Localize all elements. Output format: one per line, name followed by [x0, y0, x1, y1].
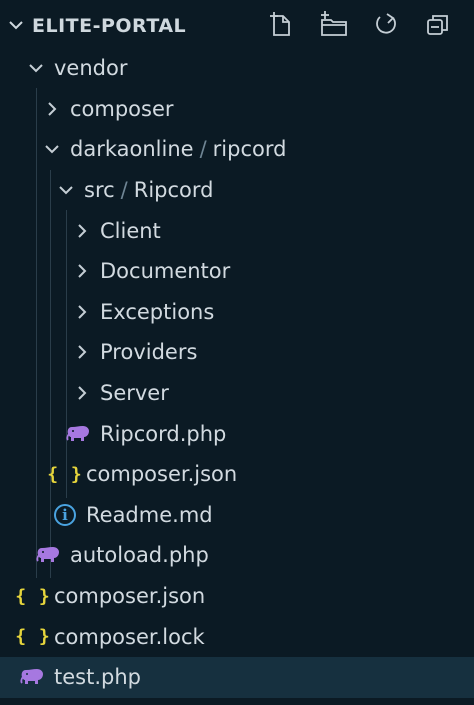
tree-file-composer-json[interactable]: { } composer.json [0, 454, 474, 495]
collapse-all-button[interactable] [422, 10, 454, 40]
tree-item-label: composer.lock [54, 624, 205, 649]
tree-item-label: Providers [100, 340, 198, 365]
chevron-right-icon [78, 264, 87, 278]
file-tree: vendor composer darkaonline / ripcord sr… [0, 48, 474, 698]
chevron-right-icon [78, 305, 87, 319]
tree-file-composer-lock[interactable]: { } composer.lock [0, 616, 474, 657]
info-glyph: i [54, 503, 76, 526]
php-elephant-icon [66, 425, 92, 443]
tree-item-label: Readme.md [86, 502, 213, 527]
tree-file-root-composer-json[interactable]: { } composer.json [0, 576, 474, 617]
tree-folder-server[interactable]: Server [0, 373, 474, 414]
chevron-down-icon [59, 186, 73, 195]
tree-folder-src-ripcord[interactable]: src / Ripcord [0, 170, 474, 211]
tree-folder-providers[interactable]: Providers [0, 332, 474, 373]
collapse-all-icon [427, 15, 448, 35]
tree-folder-client[interactable]: Client [0, 210, 474, 251]
chevron-down-icon[interactable] [6, 15, 26, 35]
tree-item-label: test.php [54, 665, 141, 690]
tree-item-label: vendor [54, 56, 128, 81]
tree-item-label: composer [70, 96, 174, 121]
tree-item-label: autoload.php [70, 543, 209, 568]
chevron-right-icon [78, 345, 87, 360]
tree-item-label: Server [100, 381, 169, 406]
tree-item-label: Documentor [100, 259, 231, 284]
tree-file-autoload-php[interactable]: autoload.php [0, 535, 474, 576]
chevron-right-icon [48, 102, 57, 116]
explorer-actions [266, 10, 454, 40]
tree-file-test-php[interactable]: test.php [0, 656, 474, 698]
refresh-icon [376, 13, 396, 34]
tree-item-label: Ripcord [133, 178, 214, 203]
tree-folder-documentor[interactable]: Documentor [0, 251, 474, 292]
tree-file-ripcord-php[interactable]: Ripcord.php [0, 413, 474, 454]
new-file-icon [270, 12, 290, 36]
tree-item-label: Exceptions [100, 299, 215, 324]
tree-file-readme-md[interactable]: i Readme.md [0, 495, 474, 536]
tree-folder-composer[interactable]: composer [0, 89, 474, 130]
tree-item-label: composer.json [86, 462, 238, 487]
tree-item-label: Ripcord.php [100, 421, 227, 446]
refresh-button[interactable] [370, 10, 402, 40]
info-icon: i [52, 503, 78, 526]
tree-item-label: darkaonline [70, 137, 194, 162]
tree-item-label: composer.json [54, 584, 206, 609]
chevron-right-icon [78, 223, 87, 238]
php-elephant-icon [20, 668, 46, 686]
path-separator: / [120, 178, 128, 203]
new-folder-button[interactable] [318, 10, 350, 40]
tree-item-label: src [84, 178, 115, 203]
tree-folder-darkaonline-ripcord[interactable]: darkaonline / ripcord [0, 129, 474, 170]
chevron-down-icon [29, 64, 43, 73]
json-braces-icon: { } [47, 463, 83, 485]
new-folder-icon [321, 11, 347, 36]
workspace-title[interactable]: ELITE-PORTAL [32, 12, 186, 40]
tree-folder-exceptions[interactable]: Exceptions [0, 292, 474, 333]
chevron-right-icon [78, 386, 87, 400]
tree-item-label: Client [100, 218, 161, 243]
json-braces-icon: { } [15, 626, 51, 648]
new-file-button[interactable] [266, 10, 298, 40]
file-explorer: ELITE-PORTAL vendor composer darkaonline… [0, 0, 474, 705]
php-elephant-icon [36, 546, 62, 564]
tree-item-label: ripcord [212, 137, 287, 162]
json-braces-icon: { } [15, 585, 51, 607]
explorer-header: ELITE-PORTAL [0, 0, 474, 50]
tree-folder-vendor[interactable]: vendor [0, 48, 474, 89]
path-separator: / [199, 137, 207, 162]
chevron-down-icon [45, 145, 59, 154]
